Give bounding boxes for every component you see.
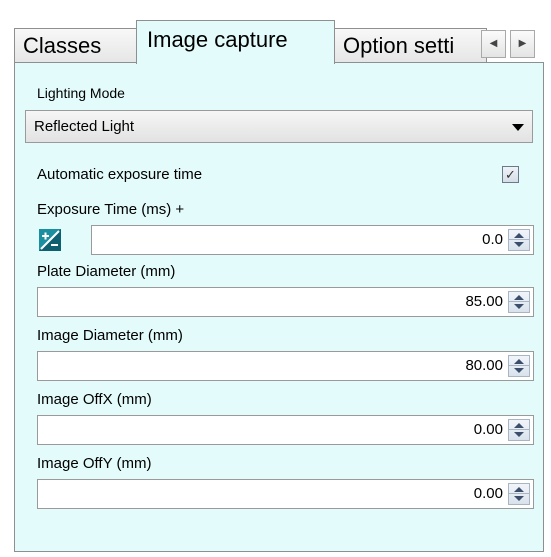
image-diameter-spin-buttons[interactable] <box>508 355 530 377</box>
tab-image-capture[interactable]: Image capture <box>136 20 335 64</box>
plate-diameter-label: Plate Diameter (mm) <box>37 263 176 280</box>
tab-scroll-left-button[interactable]: ◀ <box>481 30 506 58</box>
spin-up-icon[interactable] <box>514 423 524 428</box>
image-offy-value: 0.00 <box>473 485 503 502</box>
lighting-mode-select[interactable]: Reflected Light <box>25 110 533 143</box>
plate-diameter-value: 85.00 <box>465 293 503 310</box>
image-offy-spin-buttons[interactable] <box>508 483 530 505</box>
spin-up-icon[interactable] <box>514 487 524 492</box>
tab-classes[interactable]: Classes <box>14 28 137 62</box>
spin-up-icon[interactable] <box>514 295 524 300</box>
spin-down-icon[interactable] <box>514 368 524 373</box>
settings-frame: Classes Image capture Option setti ◀ ▶ L… <box>14 16 544 552</box>
spin-up-icon[interactable] <box>514 359 524 364</box>
plate-diameter-spin-buttons[interactable] <box>508 291 530 313</box>
image-capture-panel: Lighting Mode Reflected Light Automatic … <box>14 62 544 552</box>
tab-scroll-right-button[interactable]: ▶ <box>510 30 535 58</box>
image-diameter-spinbox[interactable]: 80.00 <box>37 351 534 381</box>
image-diameter-value: 80.00 <box>465 357 503 374</box>
spin-down-icon[interactable] <box>514 242 524 247</box>
image-offx-spin-buttons[interactable] <box>508 419 530 441</box>
auto-exposure-checkbox[interactable]: ✓ <box>502 166 519 183</box>
image-offx-label: Image OffX (mm) <box>37 391 152 408</box>
exposure-time-value: 0.0 <box>482 231 503 248</box>
spin-down-icon[interactable] <box>514 304 524 309</box>
lighting-mode-label: Lighting Mode <box>37 85 125 101</box>
exposure-time-spinbox[interactable]: 0.0 <box>91 225 534 255</box>
spin-divider <box>509 239 529 240</box>
spin-divider <box>509 365 529 366</box>
exposure-icon[interactable] <box>39 229 61 251</box>
image-offy-spinbox[interactable]: 0.00 <box>37 479 534 509</box>
spin-divider <box>509 493 529 494</box>
image-diameter-label: Image Diameter (mm) <box>37 327 183 344</box>
spin-down-icon[interactable] <box>514 432 524 437</box>
image-offx-value: 0.00 <box>473 421 503 438</box>
image-offx-spinbox[interactable]: 0.00 <box>37 415 534 445</box>
chevron-down-icon <box>512 124 524 131</box>
spin-down-icon[interactable] <box>514 496 524 501</box>
tab-option-settings[interactable]: Option setti <box>334 28 487 62</box>
lighting-mode-value: Reflected Light <box>34 118 135 135</box>
spin-divider <box>509 429 529 430</box>
exposure-time-spin-buttons[interactable] <box>508 229 530 251</box>
spin-up-icon[interactable] <box>514 233 524 238</box>
spin-divider <box>509 301 529 302</box>
auto-exposure-label: Automatic exposure time <box>37 166 203 183</box>
image-offy-label: Image OffY (mm) <box>37 455 152 472</box>
exposure-time-label: Exposure Time (ms) + <box>37 201 185 218</box>
plate-diameter-spinbox[interactable]: 85.00 <box>37 287 534 317</box>
